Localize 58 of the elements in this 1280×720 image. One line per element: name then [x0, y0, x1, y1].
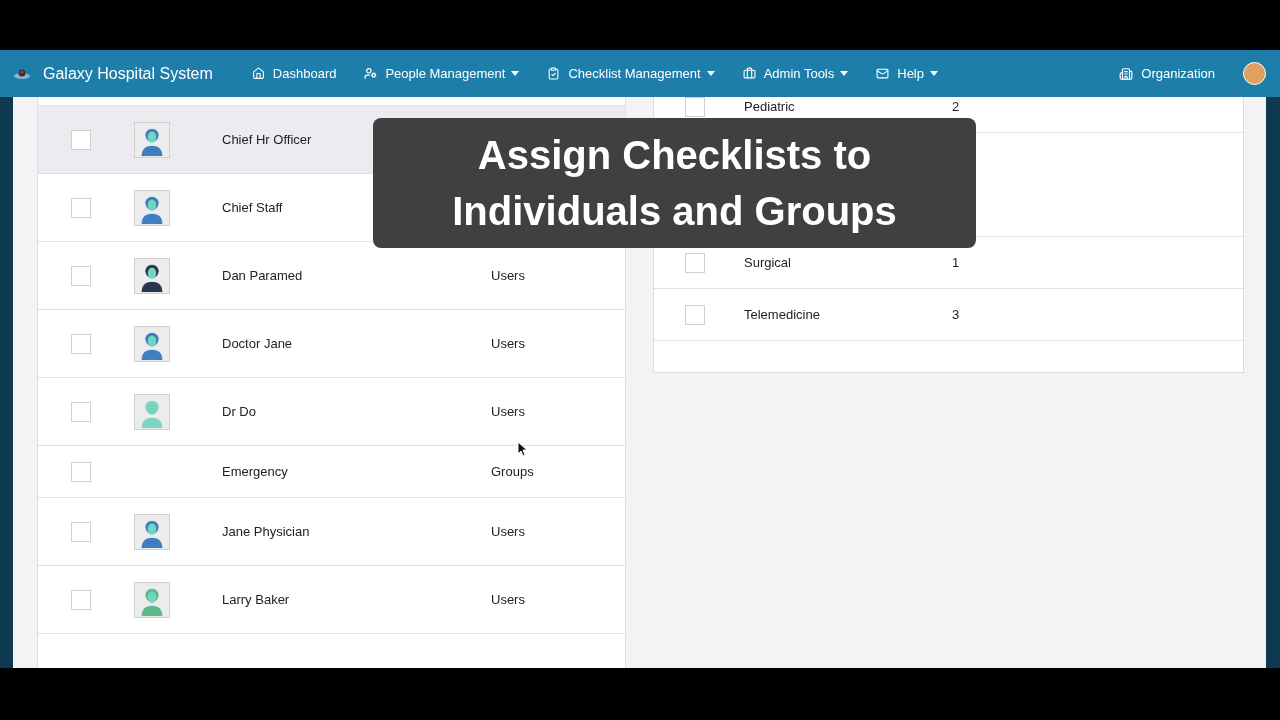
checklist-icon — [547, 67, 561, 80]
avatar-icon — [133, 189, 170, 226]
nav-item[interactable]: Checklist Management — [533, 63, 729, 84]
checkbox[interactable] — [71, 333, 91, 354]
name-cell-text: Dan Paramed — [222, 266, 304, 285]
caret-icon — [511, 71, 520, 76]
name-cell-text: Larry Baker — [222, 590, 291, 609]
type-cell-text: Users — [491, 522, 525, 541]
name-cell-text: Chief Hr Officer — [222, 130, 313, 149]
people-icon — [364, 67, 378, 80]
type-cell-text: Users — [491, 402, 525, 421]
name-cell-text: Dr Do — [222, 402, 257, 421]
mouse-cursor-icon — [517, 441, 527, 457]
mail-icon — [876, 67, 890, 80]
avatar-icon — [133, 581, 170, 618]
group-name: Surgical — [744, 253, 792, 272]
member-count: 1 — [952, 253, 960, 272]
checkbox[interactable] — [71, 197, 91, 218]
caret-icon — [706, 71, 715, 76]
type-cell-text: Users — [491, 334, 525, 353]
checkbox[interactable] — [685, 252, 705, 273]
nav-item[interactable]: Admin Tools — [728, 63, 863, 84]
name-cell-text: Jane Physician — [222, 522, 311, 541]
avatar-icon — [133, 393, 170, 430]
user-avatar[interactable] — [1243, 62, 1266, 85]
avatar-icon — [133, 121, 170, 158]
checkbox[interactable] — [71, 401, 91, 422]
type-cell-text: Groups — [491, 462, 534, 481]
member-count: 2 — [952, 97, 960, 116]
nav-item[interactable]: Help — [862, 63, 952, 84]
name-cell-text: Doctor Jane — [222, 334, 294, 353]
avatar-icon — [133, 325, 170, 362]
checkbox[interactable] — [71, 521, 91, 542]
group-name: Telemedicine — [744, 305, 821, 324]
type-cell-text: Users — [491, 266, 525, 285]
caret-icon — [930, 71, 938, 76]
home-icon — [251, 67, 265, 80]
checkbox[interactable] — [685, 304, 705, 325]
checkbox[interactable] — [71, 265, 91, 286]
checkbox[interactable] — [685, 97, 705, 117]
name-cell-text: Emergency — [222, 462, 289, 481]
type-cell-text: Users — [491, 590, 525, 609]
avatar-icon — [133, 257, 170, 294]
logo-icon — [14, 67, 30, 80]
building-icon — [1119, 66, 1134, 81]
caret-icon — [840, 71, 849, 76]
nav-item[interactable]: Dashboard — [237, 63, 351, 84]
checkbox[interactable] — [71, 589, 91, 610]
checkbox[interactable] — [71, 461, 91, 482]
member-count: 3 — [952, 305, 960, 324]
group-name: Pediatric — [744, 97, 796, 116]
checkbox[interactable] — [71, 129, 91, 150]
organization-link[interactable]: Organization — [1119, 63, 1215, 84]
group-row[interactable]: Telemedicine 3 — [654, 289, 1243, 341]
nav-item[interactable]: People Management — [350, 63, 534, 84]
tools-icon — [742, 67, 756, 80]
brand-title[interactable]: Galaxy Hospital System — [43, 61, 213, 86]
avatar-icon — [133, 513, 170, 550]
